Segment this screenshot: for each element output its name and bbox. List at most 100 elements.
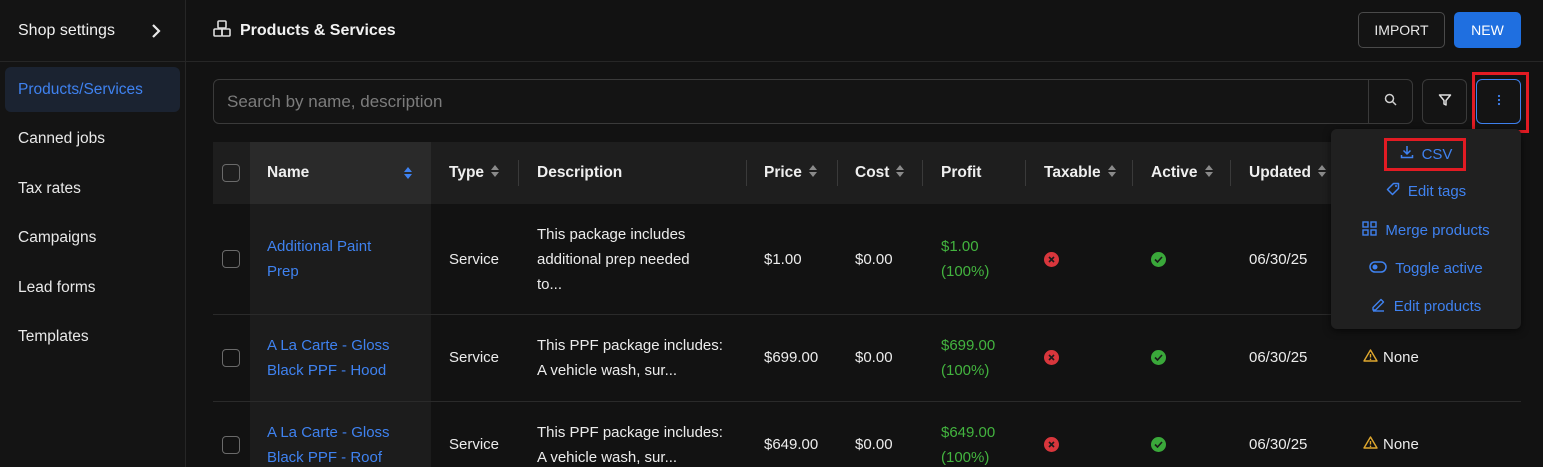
product-name-line: A La Carte - Gloss [267,337,390,354]
menu-item-label: Edit tags [1407,182,1467,200]
product-name-link[interactable]: A La Carte - Gloss Black PPF - Hood [267,333,390,383]
product-type: Service [449,349,500,366]
products-table: Name Type Description Price Cost Profit [213,142,1521,467]
download-icon [1400,145,1414,163]
description-line: This package includes [537,226,686,243]
row-checkbox[interactable] [222,250,240,268]
menu-item-label: Merge products [1385,221,1490,239]
warning-icon [1363,345,1378,370]
column-header-type[interactable]: Type [449,142,500,204]
profit-amount: $699.00 [941,337,996,354]
chevron-right-icon [149,23,163,38]
sidebar-item-label: Canned jobs [18,130,106,147]
filter-button[interactable] [1422,79,1467,124]
column-header-active[interactable]: Active [1151,142,1214,204]
search-button[interactable] [1368,80,1412,123]
product-cost: $0.00 [855,349,893,366]
import-button[interactable]: IMPORT [1358,12,1445,48]
product-name-line: Additional Paint [267,238,372,255]
new-button[interactable]: NEW [1454,12,1521,48]
sort-icon [1107,164,1117,183]
merge-icon [1362,220,1378,240]
column-header-label: Taxable [1044,164,1101,181]
sort-icon [1204,164,1214,183]
search-input[interactable] [214,80,1368,123]
description-line: This PPF package includes: [537,424,723,441]
profit-percent: (100%) [941,263,990,280]
taxable-status [1044,350,1059,365]
filter-icon [1438,93,1452,111]
sidebar-item-label: Products/Services [18,80,143,98]
select-all-checkbox[interactable] [222,142,240,204]
product-price: $1.00 [764,251,802,268]
sidebar-item-label: Lead forms [18,278,96,296]
column-header-taxable[interactable]: Taxable [1044,142,1117,204]
table-row[interactable]: Additional Paint Prep Service This packa… [213,204,1521,315]
product-updated: 06/30/25 [1249,436,1308,453]
sort-icon [808,164,818,183]
product-price: $649.00 [764,436,819,453]
product-description: This PPF package includes: A vehicle was… [537,333,723,383]
table-row[interactable]: A La Carte - Gloss Black PPF - Hood Serv… [213,315,1521,402]
product-cost: $0.00 [855,251,893,268]
menu-item-toggle-active[interactable]: Toggle active [1331,253,1521,283]
menu-item-label: Edit products [1393,297,1482,315]
check-circle-icon [1151,252,1166,267]
toggle-icon [1369,260,1387,277]
table-row[interactable]: A La Carte - Gloss Black PPF - Roof Serv… [213,402,1521,467]
column-header-label: Name [267,164,310,181]
column-header-price[interactable]: Price [764,142,818,204]
column-header-label: Cost [855,164,890,181]
pencil-icon [1371,297,1386,316]
column-header-profit: Profit [941,142,981,204]
menu-item-edit-products[interactable]: Edit products [1331,291,1521,321]
top-bar: Products & Services [186,0,1543,62]
description-line: A vehicle wash, sur... [537,449,678,466]
description-line: This PPF package includes: [537,337,723,354]
product-name-link[interactable]: A La Carte - Gloss Black PPF - Roof [267,420,390,467]
product-profit: $649.00 (100%) [941,420,995,467]
menu-item-merge-products[interactable]: Merge products [1331,215,1521,245]
product-description: This PPF package includes: A vehicle was… [537,420,723,467]
more-vertical-icon [1497,93,1501,110]
menu-item-label: Toggle active [1395,259,1483,277]
tag-icon [1386,182,1400,200]
product-cost: $0.00 [855,436,893,453]
warning-icon [1363,432,1378,457]
sort-icon [895,164,905,183]
product-updated: 06/30/25 [1249,349,1308,366]
column-header-updated[interactable]: Updated [1249,142,1327,204]
product-profit: $1.00 (100%) [941,234,989,284]
column-header-name[interactable]: Name [250,142,431,204]
sidebar-item-campaigns[interactable]: Campaigns [5,216,180,261]
search-icon [1384,93,1397,110]
menu-item-csv[interactable]: CSV [1331,139,1521,169]
sidebar-item-canned-jobs[interactable]: Canned jobs [5,117,180,162]
sidebar-item-lead-forms[interactable]: Lead forms [5,265,180,310]
product-type: Service [449,436,500,453]
column-header-cost[interactable]: Cost [855,142,905,204]
product-tag: None [1363,345,1419,370]
menu-item-edit-tags[interactable]: Edit tags [1331,176,1521,206]
product-name-link[interactable]: Additional Paint Prep [267,234,371,284]
more-options-button[interactable] [1476,79,1521,124]
profit-percent: (100%) [941,449,990,466]
sidebar-item-templates[interactable]: Templates [5,315,180,360]
check-circle-icon [1151,350,1166,365]
product-name-line: Prep [267,263,299,280]
boxes-icon [213,19,231,42]
sidebar-item-products-services[interactable]: Products/Services [5,67,180,112]
active-status [1151,350,1166,365]
row-checkbox[interactable] [222,349,240,367]
sort-icon [403,166,413,180]
row-checkbox[interactable] [222,436,240,454]
sidebar-item-label: Tax rates [18,179,81,197]
product-tag: None [1363,432,1419,457]
column-header-label: Price [764,164,802,181]
sidebar-item-tax-rates[interactable]: Tax rates [5,166,180,211]
profit-amount: $1.00 [941,238,979,255]
shop-settings-header[interactable]: Shop settings [0,0,185,62]
tag-label: None [1383,436,1419,453]
column-header-label: Updated [1249,164,1311,181]
menu-item-label: CSV [1421,145,1453,163]
